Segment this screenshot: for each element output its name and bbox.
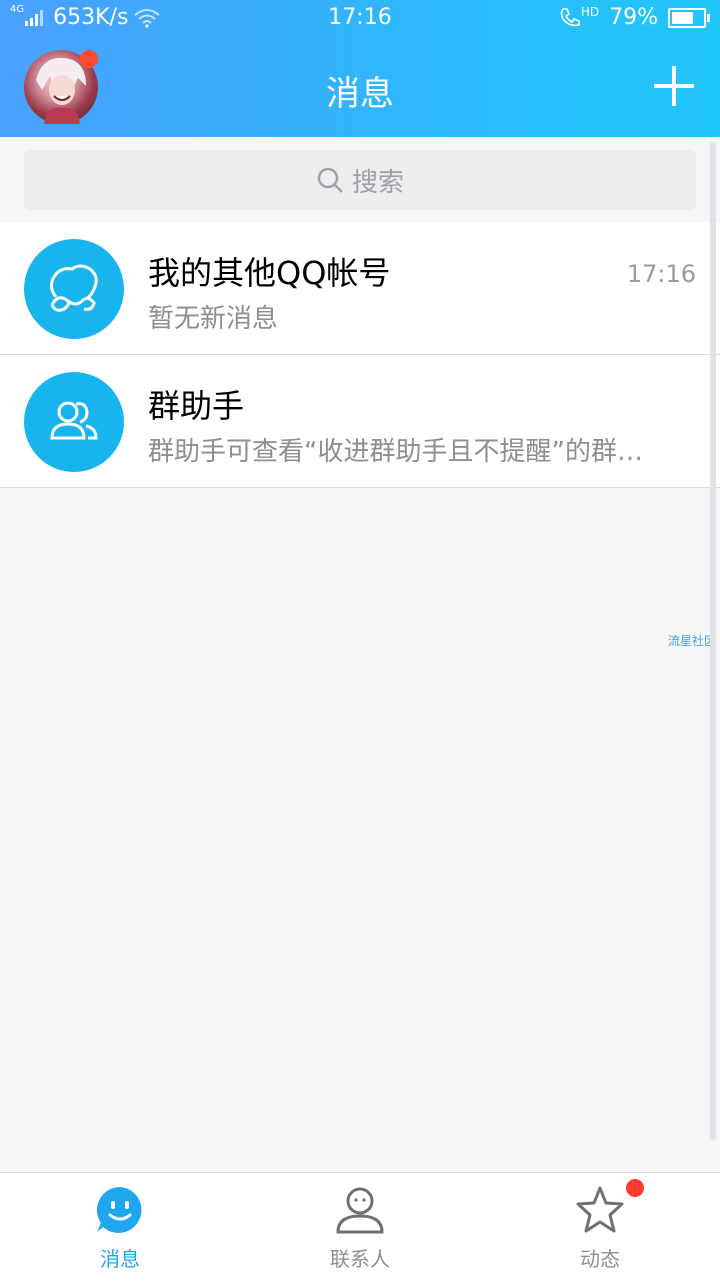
multi-account-icon	[24, 239, 124, 339]
conversation-preview: 群助手可查看“收进群助手且不提醒”的群…	[148, 437, 643, 467]
battery-icon	[668, 7, 710, 28]
battery-percent: 79%	[609, 5, 658, 30]
phone-hd-icon	[560, 7, 580, 26]
hd-badge: HD	[580, 4, 600, 19]
tab-notification-dot	[626, 1179, 644, 1197]
message-icon	[96, 1187, 142, 1233]
search-input[interactable]: 搜索	[24, 150, 696, 210]
battery-tip	[707, 13, 710, 22]
watermark: 流星社区	[668, 634, 717, 648]
conversation-list: 我的其他QQ帐号 暂无新消息 17:16 群助手 群助手可查看“收进群助手且不提…	[0, 222, 720, 488]
tab-label: 联系人	[330, 1247, 390, 1271]
group-helper-icon	[24, 372, 124, 472]
page-title: 消息	[326, 74, 394, 114]
plus-icon[interactable]	[648, 60, 700, 112]
bottom-tab-bar: 消息 联系人 动态	[0, 1172, 720, 1281]
search-icon	[317, 167, 343, 193]
contacts-icon	[336, 1187, 384, 1234]
conversation-row-group-helper[interactable]: 群助手 群助手可查看“收进群助手且不提醒”的群…	[0, 355, 720, 488]
search-placeholder: 搜索	[351, 167, 404, 198]
app-header: 4G 653K/s 17:16 HD 79% 消息	[0, 0, 720, 137]
conversation-title: 群助手	[148, 387, 245, 425]
star-icon	[576, 1186, 624, 1233]
tab-label: 动态	[580, 1247, 620, 1271]
conversation-time: 17:16	[626, 260, 696, 288]
status-right: HD 79%	[559, 4, 710, 30]
conversation-row-other-accounts[interactable]: 我的其他QQ帐号 暂无新消息 17:16	[0, 222, 720, 355]
conversation-title: 我的其他QQ帐号	[148, 254, 391, 292]
battery-fill	[672, 11, 693, 24]
tab-label: 消息	[100, 1247, 140, 1271]
tab-messages[interactable]: 消息	[0, 1173, 240, 1281]
tab-contacts[interactable]: 联系人	[240, 1173, 480, 1281]
tab-feeds[interactable]: 动态	[480, 1173, 720, 1281]
conversation-preview: 暂无新消息	[148, 304, 279, 334]
scrollbar[interactable]	[710, 142, 716, 1140]
status-bar: 4G 653K/s 17:16 HD 79%	[0, 0, 720, 36]
